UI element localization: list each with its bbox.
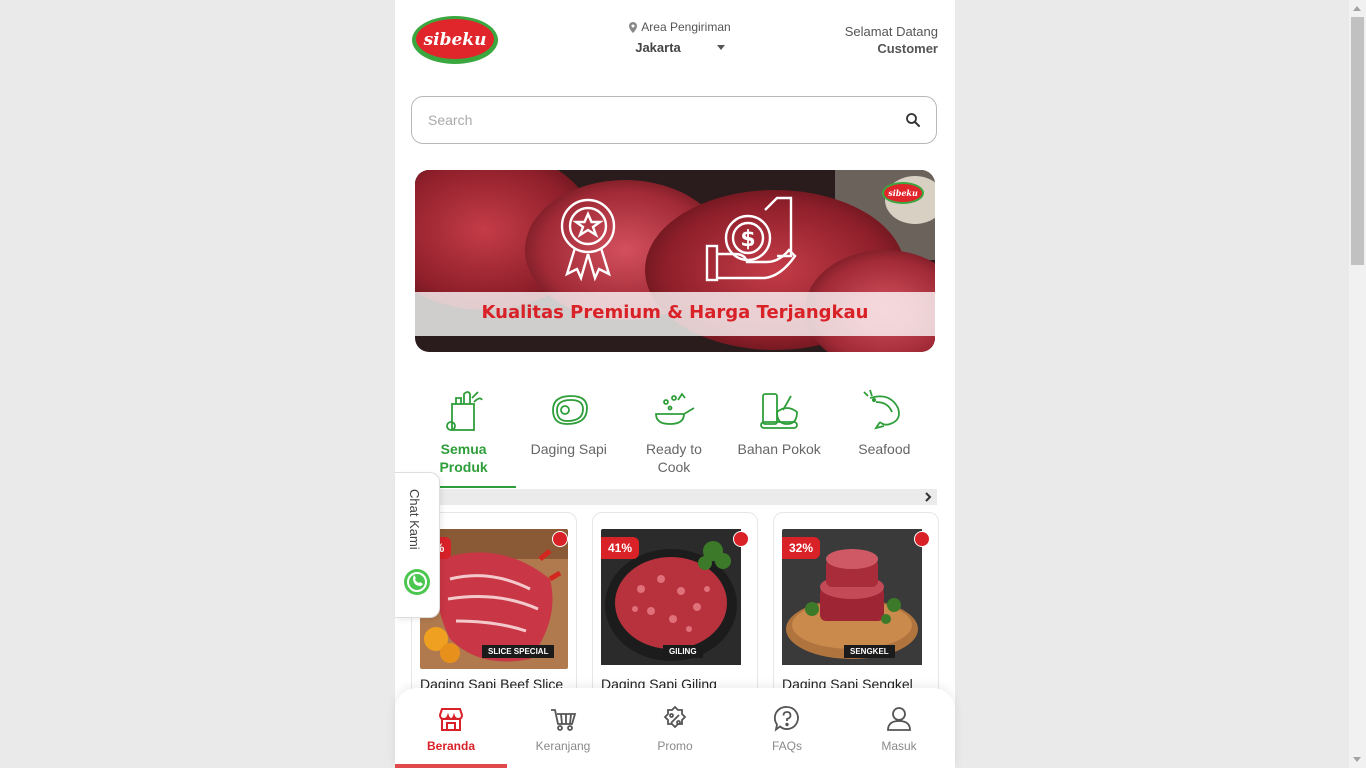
category-tab-daging-sapi[interactable]: Daging Sapi xyxy=(516,388,621,488)
chevron-right-icon[interactable] xyxy=(923,492,933,502)
delivery-area-label-row: Area Pengiriman xyxy=(610,20,750,34)
steak-icon xyxy=(551,395,588,425)
category-tab-seafood[interactable]: Seafood xyxy=(832,388,937,488)
nav-label: FAQs xyxy=(771,739,802,753)
welcome-user: Customer xyxy=(877,41,938,56)
page-scrollbar[interactable] xyxy=(1349,0,1366,768)
category-label: Seafood xyxy=(858,441,911,457)
product-card[interactable]: 32% SENGKEL Daging Sapi Sengkel xyxy=(773,512,939,714)
product-card[interactable]: 41% GILING Daging Sapi Giling xyxy=(592,512,758,714)
category-tab-bahan-pokok[interactable]: Bahan Pokok xyxy=(727,388,832,488)
banner-headline: Kualitas Premium & Harga Terjangkau xyxy=(481,302,869,323)
scroll-thumb[interactable] xyxy=(1351,17,1364,265)
discount-icon xyxy=(663,705,687,729)
category-tab-ready-to-cook[interactable]: Ready to Cook xyxy=(621,388,726,488)
product-list: 0% SLICE SPECIAL Daging Sapi Beef Slice xyxy=(411,512,941,714)
whatsapp-icon[interactable] xyxy=(403,568,431,596)
category-label: Ready to Cook xyxy=(645,441,702,475)
delivery-area-selector[interactable]: Area Pengiriman Jakarta xyxy=(610,20,750,55)
store-icon xyxy=(438,708,464,731)
promo-banner[interactable]: $ sibeku Kualitas Premium & Harga Terjan… xyxy=(415,170,935,352)
user-icon xyxy=(887,707,911,731)
grocery-bag-icon xyxy=(445,391,483,431)
banner-image: $ sibeku xyxy=(415,170,935,352)
sibeku-logo[interactable]: sibeku xyxy=(411,14,499,66)
cart-icon xyxy=(551,709,577,731)
welcome-block: Selamat Datang Customer xyxy=(845,24,938,56)
pack-label: SLICE SPECIAL xyxy=(482,645,555,658)
nav-keranjang[interactable]: Keranjang xyxy=(507,688,619,768)
ingredients-icon xyxy=(760,393,799,429)
chat-label: Chat Kami xyxy=(407,489,422,550)
delivery-area-label: Area Pengiriman xyxy=(641,20,731,34)
delivery-area-value: Jakarta xyxy=(635,40,681,55)
chat-widget[interactable]: Chat Kami xyxy=(395,472,440,618)
discount-badge: 32% xyxy=(782,537,821,559)
question-icon xyxy=(773,706,799,732)
shrimp-icon xyxy=(863,389,901,430)
bottom-navigation: Beranda Keranjang Promo FAQs Masuk xyxy=(395,688,955,768)
nav-label: Masuk xyxy=(881,739,917,753)
category-label: Semua Produk xyxy=(439,441,488,475)
search-input[interactable] xyxy=(426,111,904,129)
nav-label: Beranda xyxy=(426,739,476,753)
brand-mini-logo xyxy=(914,531,930,547)
discount-badge: 41% xyxy=(601,537,640,559)
scroll-down-arrow-icon[interactable] xyxy=(1353,757,1361,762)
category-scrollbar[interactable] xyxy=(411,489,937,505)
banner-logo-text: sibeku xyxy=(888,188,918,198)
category-label: Bahan Pokok xyxy=(737,441,821,457)
nav-faqs[interactable]: FAQs xyxy=(731,688,843,768)
pack-label: SENGKEL xyxy=(844,645,895,658)
location-pin-icon xyxy=(629,21,638,33)
pack-label: GILING xyxy=(663,645,703,658)
welcome-label: Selamat Datang xyxy=(844,24,938,39)
caret-down-icon[interactable] xyxy=(716,45,725,50)
nav-label: Keranjang xyxy=(535,739,591,753)
delivery-area-value-row[interactable]: Jakarta xyxy=(610,40,750,55)
search-icon[interactable] xyxy=(904,111,922,129)
frying-pan-icon xyxy=(655,392,695,425)
scroll-up-arrow-icon[interactable] xyxy=(1353,6,1361,11)
category-label: Daging Sapi xyxy=(530,441,607,457)
brand-mini-logo xyxy=(733,531,749,547)
nav-masuk[interactable]: Masuk xyxy=(843,688,955,768)
app-container: sibeku Area Pengiriman Jakarta Selamat D… xyxy=(395,0,955,768)
nav-promo[interactable]: Promo xyxy=(619,688,731,768)
nav-label: Promo xyxy=(657,739,693,753)
search-bar[interactable] xyxy=(411,96,937,144)
svg-text:sibeku: sibeku xyxy=(423,30,487,50)
svg-text:$: $ xyxy=(740,227,755,252)
brand-mini-logo xyxy=(552,531,568,547)
nav-beranda[interactable]: Beranda xyxy=(395,688,507,768)
category-tabs: Semua Produk Daging Sapi Ready to Cook B… xyxy=(411,388,937,488)
